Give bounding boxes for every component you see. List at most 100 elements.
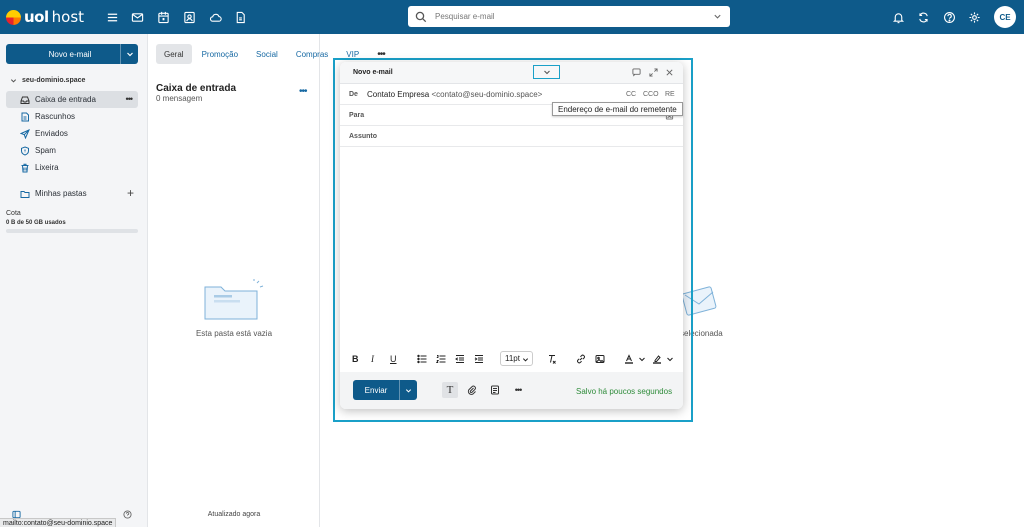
new-mail-dropdown[interactable] (120, 44, 138, 64)
logo[interactable]: uol host (6, 7, 84, 27)
sidebar-item-label: Enviados (35, 129, 68, 138)
top-bar: uol host CE (0, 0, 1024, 34)
tab-social[interactable]: Social (248, 44, 286, 64)
my-folders-section[interactable]: Minhas pastas + (6, 185, 138, 202)
chevron-down-icon[interactable] (638, 352, 646, 366)
inbox-icon (20, 95, 30, 105)
chevron-down-icon (543, 70, 550, 75)
indent-button[interactable] (474, 352, 484, 366)
sidebar-item-label: Lixeira (35, 163, 59, 172)
document-icon[interactable] (233, 10, 247, 24)
mail-icon[interactable] (130, 10, 144, 24)
my-folders-label: Minhas pastas (35, 189, 87, 198)
from-address: <contato@seu-dominio.space> (431, 90, 543, 99)
contacts-icon[interactable] (182, 10, 196, 24)
bullet-list-button[interactable] (417, 352, 427, 366)
compose-title: Novo e-mail (353, 69, 393, 76)
insert-link-icon[interactable] (576, 352, 586, 366)
chevron-down-icon[interactable] (713, 12, 722, 21)
sync-icon[interactable] (916, 10, 930, 24)
insert-image-icon[interactable] (595, 352, 605, 366)
account-name: seu-dominio.space (22, 77, 86, 84)
from-name: Contato Empresa (367, 90, 430, 99)
italic-button[interactable]: I (371, 352, 374, 366)
quota-title: Cota (6, 210, 21, 217)
sidebar-item-drafts[interactable]: Rascunhos (6, 108, 138, 125)
attachment-icon[interactable] (464, 382, 480, 398)
settings-gear-icon[interactable] (967, 10, 981, 24)
sidebar-item-spam[interactable]: Spam (6, 142, 138, 159)
cc-button[interactable]: CC (626, 91, 636, 98)
font-size-select[interactable]: 11pt (500, 351, 533, 366)
logo-mark (6, 9, 21, 25)
outdent-button[interactable] (455, 352, 465, 366)
template-icon[interactable] (487, 382, 503, 398)
clear-formatting-button[interactable] (547, 352, 557, 366)
new-mail-label: Novo e-mail (48, 49, 92, 59)
expand-icon[interactable] (649, 68, 659, 78)
notification-bell-icon[interactable] (891, 10, 905, 24)
draft-icon (20, 112, 30, 122)
sidebar-item-label: Rascunhos (35, 112, 76, 121)
re-button[interactable]: RE (665, 91, 675, 98)
autosave-status: Salvo há poucos segundos (576, 387, 673, 396)
more-options-icon[interactable]: ••• (299, 86, 307, 97)
more-options-icon[interactable]: ••• (510, 382, 526, 398)
tab-promocao[interactable]: Promoção (194, 44, 246, 64)
tab-geral[interactable]: Geral (156, 44, 192, 64)
send-button[interactable]: Enviar (353, 380, 417, 400)
quota-value: 0 B de 50 GB usados (6, 220, 66, 226)
chevron-down-icon (522, 358, 529, 362)
sidebar-item-sent[interactable]: Enviados (6, 125, 138, 142)
font-size-value: 11pt (505, 354, 520, 363)
to-label: Para (349, 112, 365, 119)
sender-dropdown-button[interactable] (533, 65, 560, 79)
spam-icon (20, 145, 30, 156)
sender-tooltip: Endereço de e-mail do remetente (552, 102, 683, 116)
empty-folder-icon (204, 279, 264, 320)
chevron-down-icon[interactable] (666, 352, 674, 366)
sidebar-item-label: Caixa de entrada (35, 95, 96, 104)
message-count: 0 mensagem (156, 94, 203, 103)
menu-icon[interactable] (105, 10, 119, 24)
account-toggle[interactable]: seu-dominio.space (10, 77, 85, 84)
chevron-down-icon (405, 388, 412, 393)
search-bar[interactable] (408, 6, 730, 27)
from-label: De (349, 91, 358, 98)
chevron-down-icon (126, 52, 133, 57)
compose-header: Novo e-mail (340, 62, 683, 84)
more-options-icon[interactable]: ••• (126, 94, 134, 104)
underline-button[interactable]: U (390, 352, 397, 366)
logo-text: uol (24, 8, 49, 26)
trash-icon (20, 163, 30, 173)
bold-button[interactable]: B (352, 352, 359, 366)
text-color-button[interactable] (624, 352, 634, 366)
send-label: Enviar (364, 385, 388, 395)
text-format-toggle[interactable]: T (442, 382, 458, 398)
cloud-icon[interactable] (208, 10, 222, 24)
new-mail-button[interactable]: Novo e-mail (6, 44, 138, 64)
tab-compras[interactable]: Compras (288, 44, 336, 64)
highlight-color-button[interactable] (652, 352, 662, 366)
browser-status-bar: mailto:contato@seu-dominio.space (0, 518, 117, 527)
add-folder-icon[interactable]: + (127, 186, 134, 200)
chevron-down-icon (10, 79, 17, 83)
calendar-icon[interactable] (156, 10, 170, 24)
compose-footer: Enviar T ••• Salvo há poucos segundos (340, 372, 683, 409)
from-value: Contato Empresa <contato@seu-dominio.spa… (367, 90, 542, 99)
send-options-dropdown[interactable] (399, 380, 417, 400)
help-icon[interactable] (942, 10, 956, 24)
subject-row[interactable]: Assunto (340, 126, 683, 147)
search-input[interactable] (435, 12, 705, 21)
cco-button[interactable]: CCO (643, 91, 659, 98)
close-icon[interactable] (665, 68, 675, 78)
send-icon (20, 128, 30, 139)
pop-out-icon[interactable] (632, 68, 642, 78)
message-body-editor[interactable] (340, 148, 683, 348)
sidebar-item-inbox[interactable]: Caixa de entrada ••• (6, 91, 138, 108)
user-avatar[interactable]: CE (994, 6, 1016, 28)
sidebar-item-trash[interactable]: Lixeira (6, 159, 138, 176)
logo-subtext: host (51, 8, 85, 26)
help-icon[interactable] (123, 510, 132, 519)
numbered-list-button[interactable] (436, 352, 446, 366)
